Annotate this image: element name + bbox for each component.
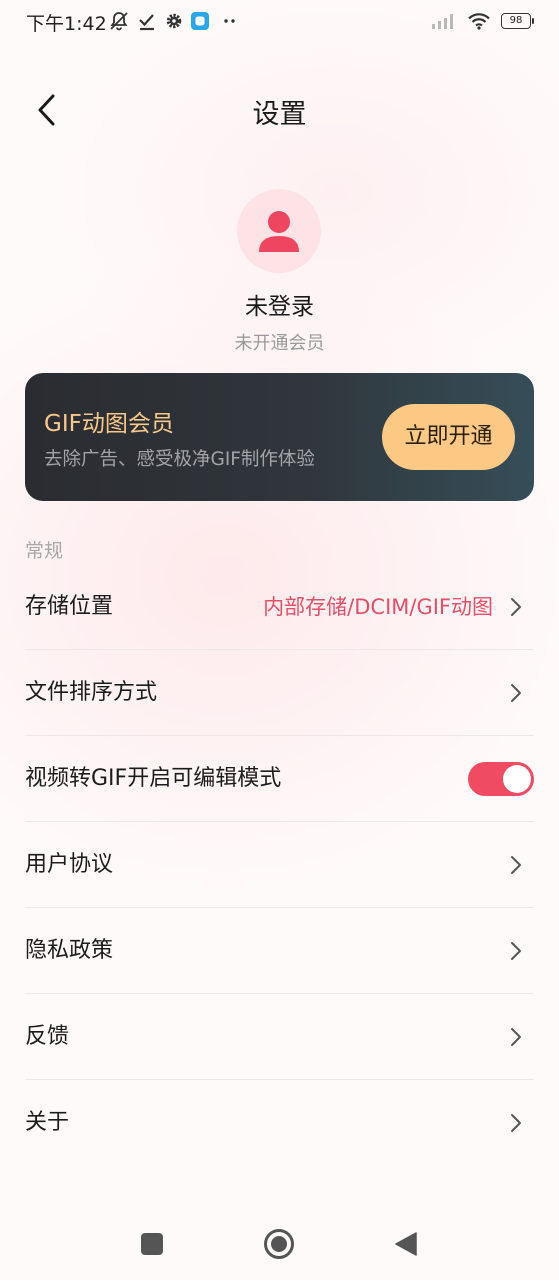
status-bar: 下午1:42 98	[0, 0, 559, 42]
status-time: 下午1:42	[26, 13, 107, 35]
setting-about[interactable]: 关于	[0, 1080, 559, 1166]
page-title: 设置	[252, 99, 307, 130]
membership-status: 未开通会员	[234, 333, 325, 354]
setting-label: 文件排序方式	[25, 680, 158, 705]
setting-label: 用户协议	[25, 852, 114, 877]
setting-privacy-policy[interactable]: 隐私政策	[0, 908, 559, 994]
chevron-right-icon	[511, 856, 521, 874]
chevron-right-icon	[511, 1114, 521, 1132]
section-title-general: 常规	[25, 540, 64, 562]
vip-title: GIF动图会员	[44, 411, 174, 437]
setting-file-sort[interactable]: 文件排序方式	[0, 650, 559, 736]
editable-mode-toggle[interactable]	[468, 762, 534, 796]
gear-icon	[166, 13, 182, 29]
more-dots-icon	[224, 19, 235, 23]
system-navigation-bar	[0, 1204, 559, 1280]
setting-label: 隐私政策	[25, 938, 114, 963]
setting-editable-mode: 视频转GIF开启可编辑模式	[0, 736, 559, 822]
setting-feedback[interactable]: 反馈	[0, 994, 559, 1080]
setting-label: 存储位置	[25, 594, 114, 619]
home-circle-icon[interactable]	[263, 1228, 295, 1260]
user-icon	[259, 211, 299, 252]
setting-storage-location[interactable]: 存储位置 内部存储/DCIM/GIF动图	[0, 564, 559, 650]
chevron-right-icon	[511, 1028, 521, 1046]
signal-icon	[432, 14, 453, 29]
recents-square-icon[interactable]	[140, 1232, 164, 1256]
toggle-knob	[503, 765, 531, 793]
settings-list: 存储位置 内部存储/DCIM/GIF动图 文件排序方式 视频转GIF开启可编辑模…	[0, 564, 559, 1166]
chevron-right-icon	[511, 684, 521, 702]
setting-user-agreement[interactable]: 用户协议	[0, 822, 559, 908]
chevron-right-icon	[511, 942, 521, 960]
vip-membership-card[interactable]: GIF动图会员 去除广告、感受极净GIF制作体验 立即开通	[25, 373, 534, 501]
check-icon	[139, 14, 154, 31]
storage-path-value: 内部存储/DCIM/GIF动图	[263, 595, 493, 619]
wifi-icon	[468, 13, 490, 30]
activate-vip-button[interactable]: 立即开通	[382, 404, 515, 470]
app-notification-icon	[191, 12, 209, 30]
profile-name[interactable]: 未登录	[0, 287, 559, 321]
vip-description: 去除广告、感受极净GIF制作体验	[44, 449, 315, 470]
setting-label: 反馈	[25, 1024, 70, 1049]
battery-icon: 98	[501, 13, 534, 29]
mute-bell-icon	[110, 12, 128, 31]
avatar[interactable]	[237, 189, 321, 273]
setting-label: 关于	[25, 1110, 70, 1135]
back-triangle-icon[interactable]	[394, 1231, 418, 1257]
chevron-right-icon	[511, 598, 521, 616]
setting-label: 视频转GIF开启可编辑模式	[25, 766, 282, 791]
